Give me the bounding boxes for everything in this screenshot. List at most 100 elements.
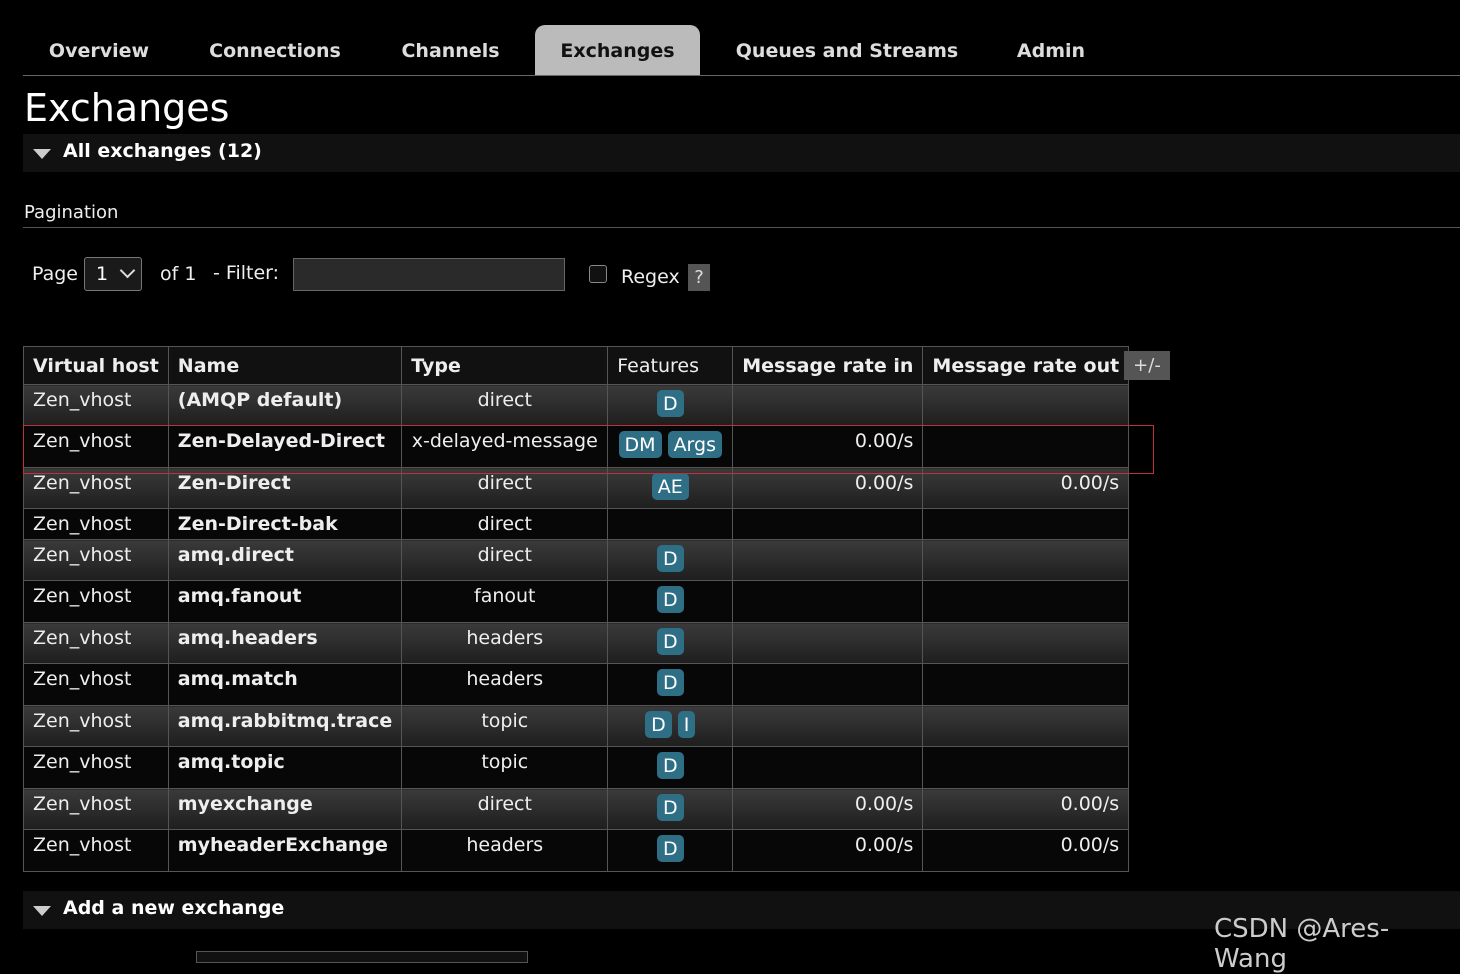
column-header-message-rate-in[interactable]: Message rate in — [732, 346, 924, 385]
triangle-down-icon — [33, 149, 51, 159]
feature-badge: D — [656, 794, 684, 821]
table-row: Zen_vhost amq.headers headers D — [23, 622, 1130, 664]
all-exchanges-toggle[interactable]: All exchanges (12) — [23, 134, 1460, 172]
chevron-down-icon — [119, 262, 136, 279]
cell-type: headers — [401, 622, 609, 664]
cell-message-rate-in — [732, 384, 924, 426]
cell-type: headers — [401, 829, 609, 872]
cell-type: direct — [401, 508, 609, 540]
feature-badge: D — [656, 752, 684, 779]
cell-message-rate-out — [922, 425, 1130, 468]
cell-features: D — [607, 539, 734, 581]
cell-message-rate-in — [732, 746, 924, 789]
cell-message-rate-in — [732, 705, 924, 747]
cell-type: x-delayed-message — [401, 425, 609, 468]
cell-features: D — [607, 663, 734, 706]
column-header-name[interactable]: Name — [167, 346, 403, 385]
cell-virtual-host: Zen_vhost — [23, 425, 169, 468]
feature-badge: I — [677, 711, 696, 738]
cell-message-rate-in: 0.00/s — [732, 467, 924, 509]
cell-virtual-host: Zen_vhost — [23, 580, 169, 623]
cell-message-rate-out — [922, 622, 1130, 664]
cell-message-rate-in: 0.00/s — [732, 829, 924, 872]
cell-virtual-host: Zen_vhost — [23, 622, 169, 664]
filter-label: - Filter: — [213, 262, 280, 284]
cell-features: AE — [607, 467, 734, 509]
cell-message-rate-in — [732, 539, 924, 581]
regex-checkbox[interactable] — [589, 265, 607, 283]
feature-badge: D — [645, 711, 672, 738]
cell-type: direct — [401, 539, 609, 581]
feature-badge: D — [656, 669, 684, 696]
table-row: Zen_vhost Zen-Direct-bak direct — [23, 508, 1130, 540]
cell-message-rate-in — [732, 663, 924, 706]
table-row: Zen_vhost amq.direct direct D — [23, 539, 1130, 581]
cell-message-rate-in — [732, 622, 924, 664]
table-row: Zen_vhost amq.fanout fanout D — [23, 580, 1130, 623]
cell-message-rate-in: 0.00/s — [732, 425, 924, 468]
cell-features: D — [607, 384, 734, 426]
tab-overview[interactable]: Overview — [23, 25, 175, 75]
column-toggle-button[interactable]: +/- — [1124, 351, 1170, 380]
cell-exchange-name-link[interactable]: myheaderExchange — [167, 829, 403, 872]
feature-badge: AE — [651, 473, 689, 500]
cell-virtual-host: Zen_vhost — [23, 746, 169, 789]
main-nav: Overview Connections Channels Exchanges … — [23, 25, 1460, 76]
cell-type: topic — [401, 746, 609, 789]
cell-exchange-name-link[interactable]: myexchange — [167, 788, 403, 830]
cell-virtual-host: Zen_vhost — [23, 467, 169, 509]
table-row: Zen_vhost myheaderExchange headers D 0.00/s 0… — [23, 829, 1130, 872]
cell-features: D — [607, 580, 734, 623]
cell-exchange-name-link[interactable]: Zen-Direct — [167, 467, 403, 509]
feature-badge: Args — [667, 431, 722, 458]
pagination-heading: Pagination — [24, 202, 119, 223]
page-select[interactable]: 1 — [84, 257, 142, 291]
cell-exchange-name-link[interactable]: amq.topic — [167, 746, 403, 789]
cell-exchange-name-link[interactable]: Zen-Delayed-Direct — [167, 425, 403, 468]
cell-exchange-name-link[interactable]: amq.fanout — [167, 580, 403, 623]
tab-admin[interactable]: Admin — [995, 25, 1107, 75]
column-header-features[interactable]: Features — [607, 346, 734, 385]
cell-exchange-name-link[interactable]: Zen-Direct-bak — [167, 508, 403, 540]
cell-exchange-name-link[interactable]: amq.match — [167, 663, 403, 706]
tab-exchanges[interactable]: Exchanges — [535, 25, 700, 75]
column-header-type[interactable]: Type — [401, 346, 609, 385]
page-label: Page — [32, 263, 78, 285]
cell-exchange-name-link[interactable]: amq.rabbitmq.trace — [167, 705, 403, 747]
tab-channels[interactable]: Channels — [373, 25, 528, 75]
exchanges-table: Virtual host Name Type Features Message … — [23, 346, 1130, 872]
page-select-value: 1 — [96, 263, 109, 285]
regex-help-button[interactable]: ? — [688, 264, 710, 291]
table-row: Zen_vhost Zen-Delayed-Direct x-delayed-mes… — [23, 425, 1130, 468]
cell-exchange-name-link[interactable]: amq.headers — [167, 622, 403, 664]
tab-connections[interactable]: Connections — [189, 25, 361, 75]
feature-badge: D — [656, 390, 684, 417]
column-header-virtual-host[interactable]: Virtual host — [23, 346, 169, 385]
triangle-down-icon — [33, 906, 51, 916]
cell-message-rate-out — [922, 580, 1130, 623]
cell-type: fanout — [401, 580, 609, 623]
cell-features — [607, 508, 734, 540]
cell-message-rate-in — [732, 580, 924, 623]
cell-type: direct — [401, 467, 609, 509]
feature-badge: D — [656, 545, 684, 572]
cell-virtual-host: Zen_vhost — [23, 705, 169, 747]
table-row: Zen_vhost amq.topic topic D — [23, 746, 1130, 789]
table-header-row: Virtual host Name Type Features Message … — [23, 346, 1130, 385]
add-exchange-label: Add a new exchange — [63, 897, 285, 919]
cell-message-rate-out — [922, 539, 1130, 581]
cell-exchange-name-link[interactable]: amq.direct — [167, 539, 403, 581]
watermark: CSDN @Ares-Wang — [1214, 914, 1390, 974]
cell-virtual-host: Zen_vhost — [23, 539, 169, 581]
cell-virtual-host: Zen_vhost — [23, 829, 169, 872]
column-header-message-rate-out[interactable]: Message rate out — [922, 346, 1130, 385]
cell-message-rate-out: 0.00/s — [922, 829, 1130, 872]
feature-badge: D — [656, 586, 684, 613]
cell-virtual-host: Zen_vhost — [23, 384, 169, 426]
cell-type: direct — [401, 788, 609, 830]
cell-exchange-name-link[interactable]: (AMQP default) — [167, 384, 403, 426]
filter-input[interactable] — [293, 258, 565, 291]
cell-features: D — [607, 622, 734, 664]
cell-virtual-host: Zen_vhost — [23, 508, 169, 540]
tab-queues-and-streams[interactable]: Queues and Streams — [713, 25, 981, 75]
